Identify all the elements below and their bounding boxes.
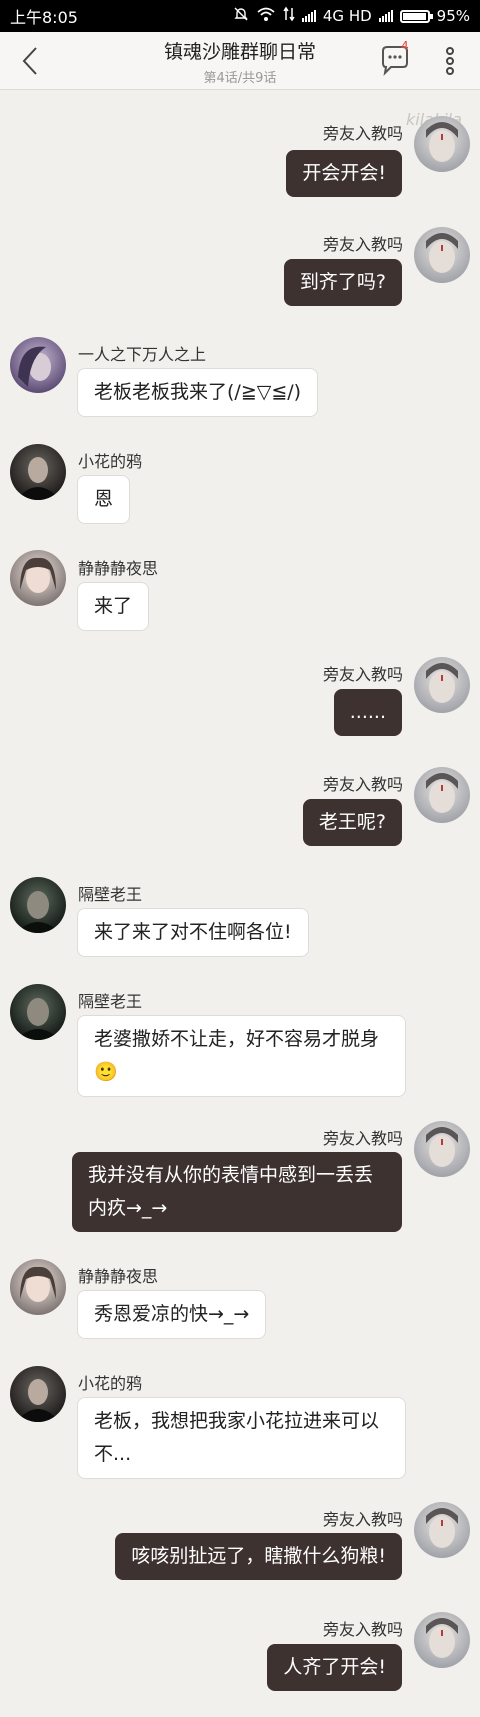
avatar[interactable] bbox=[414, 767, 470, 823]
avatar[interactable] bbox=[414, 227, 470, 283]
sender-name: 旁友入教吗 bbox=[322, 235, 403, 254]
signal-icon-2 bbox=[378, 10, 393, 22]
message-bubble[interactable]: 我并没有从你的表情中感到一丢丢内疚→_→ bbox=[72, 1152, 402, 1232]
battery-percent: 95% bbox=[436, 7, 470, 25]
sender-name: 静静静夜思 bbox=[78, 559, 159, 578]
avatar[interactable] bbox=[414, 1612, 470, 1668]
mute-icon bbox=[233, 6, 249, 26]
avatar[interactable] bbox=[414, 657, 470, 713]
message-text: 老婆撒娇不让走，好不容易才脱身 bbox=[94, 1028, 380, 1050]
message-bubble[interactable]: 咳咳别扯远了，瞎撒什么狗粮! bbox=[115, 1533, 402, 1580]
sender-name: 旁友入教吗 bbox=[322, 665, 403, 684]
avatar[interactable] bbox=[10, 984, 66, 1040]
message-bubble[interactable]: 老板，我想把我家小花拉进来可以不... bbox=[77, 1397, 406, 1479]
sender-name: 旁友入教吗 bbox=[322, 1510, 403, 1529]
message-bubble[interactable]: 人齐了开会! bbox=[267, 1644, 402, 1691]
sender-name: 静静静夜思 bbox=[78, 1267, 159, 1286]
status-bar: 上午8:05 4G HD 95% bbox=[0, 0, 480, 32]
avatar[interactable] bbox=[414, 1502, 470, 1558]
sender-name: 旁友入教吗 bbox=[322, 124, 403, 143]
more-vertical-icon bbox=[446, 47, 454, 75]
sender-name: 隔壁老王 bbox=[78, 885, 143, 904]
avatar[interactable] bbox=[10, 877, 66, 933]
smile-emoji-icon: 🙂 bbox=[94, 1061, 118, 1083]
network-type: 4G HD bbox=[322, 7, 372, 25]
status-icons: 4G HD 95% bbox=[233, 6, 470, 26]
avatar[interactable] bbox=[10, 444, 66, 500]
sender-name: 旁友入教吗 bbox=[322, 1620, 403, 1639]
avatar[interactable] bbox=[10, 1366, 66, 1422]
wifi-icon bbox=[256, 6, 276, 26]
sender-name: 隔壁老王 bbox=[78, 992, 143, 1011]
avatar[interactable] bbox=[10, 337, 66, 393]
message-bubble[interactable]: 到齐了吗? bbox=[283, 259, 402, 306]
sender-name: 一人之下万人之上 bbox=[78, 345, 207, 364]
sender-name: 小花的鸦 bbox=[78, 452, 143, 471]
signal-icon bbox=[301, 10, 316, 22]
message-bubble[interactable]: 恩 bbox=[77, 475, 131, 524]
avatar[interactable] bbox=[10, 1259, 66, 1315]
avatar[interactable] bbox=[414, 116, 470, 172]
status-time: 上午8:05 bbox=[10, 8, 78, 27]
data-transfer-icon bbox=[283, 6, 295, 26]
sender-name: 旁友入教吗 bbox=[322, 1129, 403, 1148]
message-bubble[interactable]: 开会开会! bbox=[286, 150, 402, 197]
comment-count-badge: 4 bbox=[401, 39, 409, 53]
more-options-button[interactable] bbox=[440, 44, 460, 78]
message-bubble[interactable]: 老王呢? bbox=[302, 799, 402, 846]
message-bubble[interactable]: 老婆撒娇不让走，好不容易才脱身 🙂 bbox=[77, 1015, 406, 1097]
message-bubble[interactable]: 来了来了对不住啊各位! bbox=[77, 908, 309, 957]
avatar[interactable] bbox=[10, 550, 66, 606]
message-bubble[interactable]: 秀恩爱凉的快→_→ bbox=[77, 1290, 267, 1339]
avatar[interactable] bbox=[414, 1121, 470, 1177]
message-bubble[interactable]: 老板老板我来了(/≧▽≦/) bbox=[77, 368, 319, 417]
sender-name: 旁友入教吗 bbox=[322, 775, 403, 794]
message-bubble[interactable]: ...... bbox=[333, 689, 402, 736]
battery-icon bbox=[399, 9, 433, 23]
chat-header: 镇魂沙雕群聊日常 第4话/共9话 4 bbox=[0, 32, 480, 90]
sender-name: 小花的鸦 bbox=[78, 1374, 143, 1393]
message-bubble[interactable]: 来了 bbox=[77, 582, 150, 631]
